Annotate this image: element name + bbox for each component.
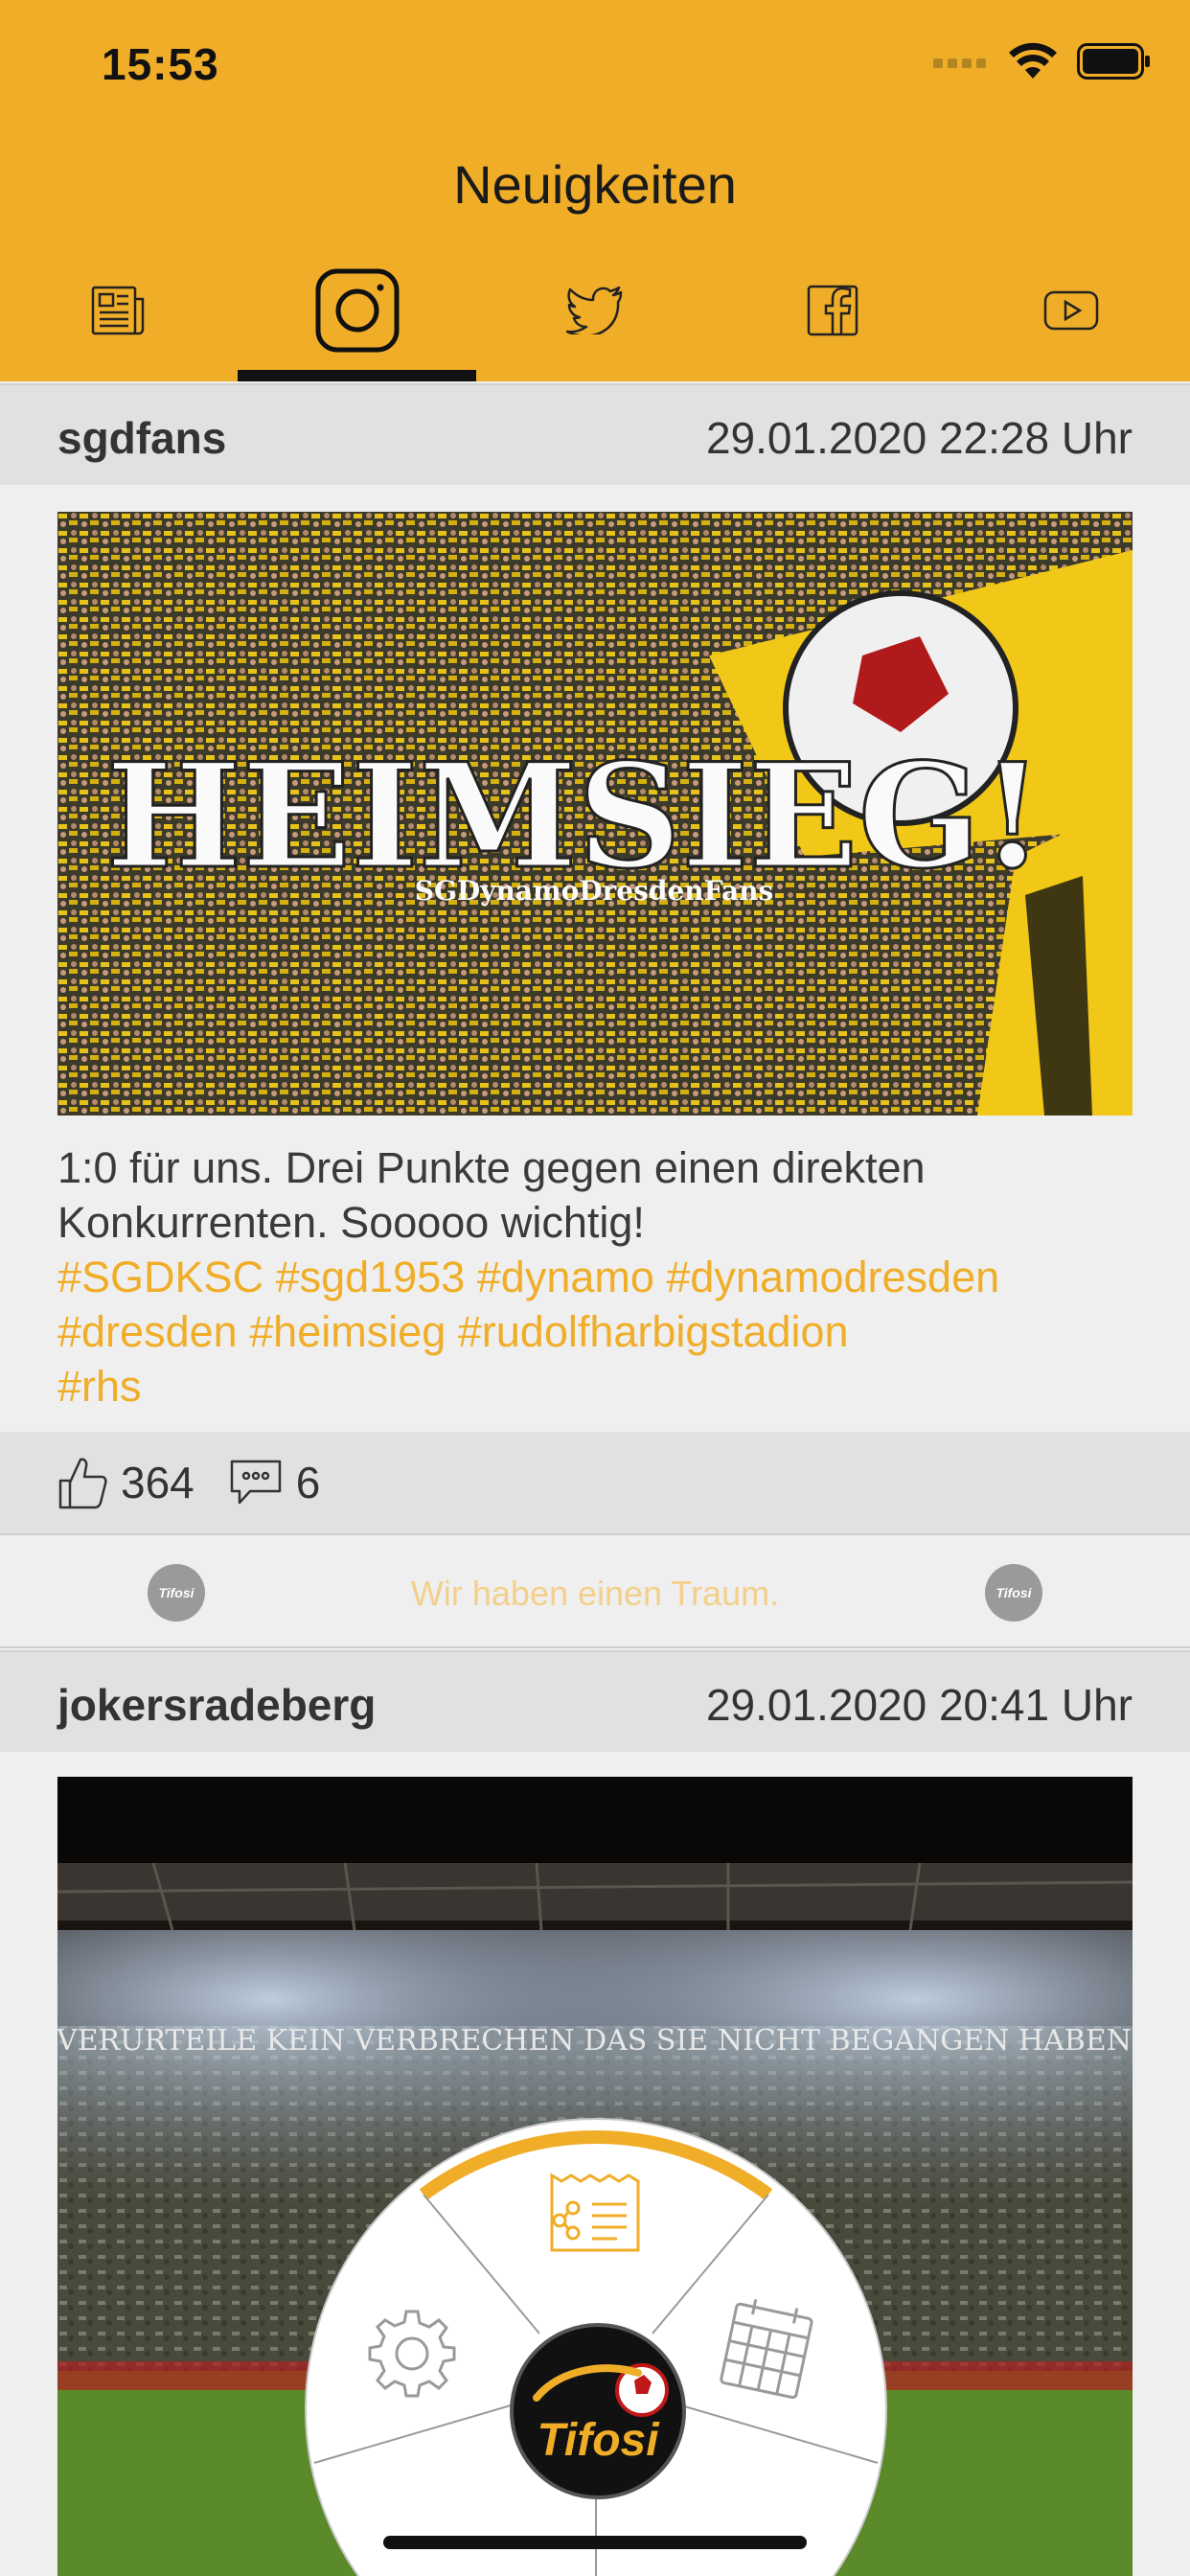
caption-hashtags-2[interactable]: #dresden #heimsieg #rudolfharbigstadion	[57, 1304, 1133, 1359]
twitter-icon	[565, 287, 623, 334]
tab-facebook[interactable]	[714, 240, 951, 381]
source-tabs	[0, 240, 1190, 381]
ad-banner[interactable]: Tifosi Wir haben einen Traum. Tifosi	[0, 1537, 1190, 1648]
gear-icon	[368, 2310, 456, 2398]
post-image[interactable]: HEIMSIEG! SGDynamoDresdenFans	[57, 512, 1133, 1116]
stadium-banner-text: VERURTEILE KEIN VERBRECHEN DAS SIE NICHT…	[57, 2024, 1132, 2058]
page-title: Neuigkeiten	[453, 154, 737, 215]
signal-icon	[933, 58, 986, 68]
post-username[interactable]: sgdfans	[57, 412, 226, 464]
comment-icon	[230, 1460, 281, 1505]
likes-stat[interactable]: 364	[57, 1456, 195, 1509]
instagram-icon	[315, 268, 400, 353]
status-time: 15:53	[102, 39, 219, 89]
youtube-icon	[1043, 290, 1098, 331]
wifi-icon	[1009, 42, 1057, 79]
share-news-icon	[550, 2173, 640, 2252]
app-header: 15:53 Neuigkeiten	[0, 0, 1190, 381]
post-header: jokersradeberg 29.01.2020 20:41 Uhr	[0, 1650, 1190, 1752]
tifosi-logo-icon: Tifosi	[985, 1564, 1042, 1622]
caption-text: 1:0 für uns. Drei Punkte gegen einen dir…	[57, 1143, 926, 1247]
radial-menu: Tifosi	[305, 2118, 887, 2576]
caption-hashtags-1[interactable]: #SGDKSC #sgd1953 #dynamo #dynamodresden	[57, 1250, 1133, 1304]
calendar-table-icon	[720, 2299, 813, 2400]
thumbs-up-icon	[58, 1458, 107, 1509]
menu-item-settings[interactable]	[364, 2306, 460, 2406]
home-indicator[interactable]	[383, 2536, 807, 2549]
menu-item-share[interactable]	[548, 2172, 644, 2259]
post-header: sgdfans 29.01.2020 22:28 Uhr	[0, 383, 1190, 485]
menu-center-logo[interactable]: Tifosi	[510, 2323, 686, 2499]
post-caption: 1:0 für uns. Drei Punkte gegen einen dir…	[57, 1140, 1133, 1414]
tab-news[interactable]	[0, 240, 238, 381]
tab-instagram[interactable]	[238, 240, 477, 381]
post-date: 29.01.2020 20:41 Uhr	[705, 1680, 1133, 1730]
caption-hashtags-3[interactable]: #rhs	[57, 1359, 1133, 1414]
stadium-crowd-image: HEIMSIEG! SGDynamoDresdenFans	[57, 512, 1133, 1116]
tab-twitter[interactable]	[476, 240, 714, 381]
image-subheadline: SGDynamoDresdenFans	[415, 875, 773, 907]
menu-item-schedule[interactable]	[719, 2298, 824, 2408]
post-username[interactable]: jokersradeberg	[57, 1679, 376, 1731]
center-logo-text: Tifosi	[537, 2414, 659, 2466]
facebook-icon	[808, 285, 858, 336]
comments-count: 6	[295, 1458, 321, 1507]
comments-stat[interactable]: 6	[229, 1457, 321, 1508]
post-stats-bar: 364 6	[0, 1432, 1190, 1535]
status-icons	[933, 42, 1152, 80]
post-date: 29.01.2020 22:28 Uhr	[705, 413, 1133, 463]
tab-youtube[interactable]	[952, 240, 1190, 381]
newspaper-icon	[91, 286, 145, 335]
battery-icon	[1077, 43, 1150, 80]
likes-count: 364	[121, 1458, 195, 1507]
